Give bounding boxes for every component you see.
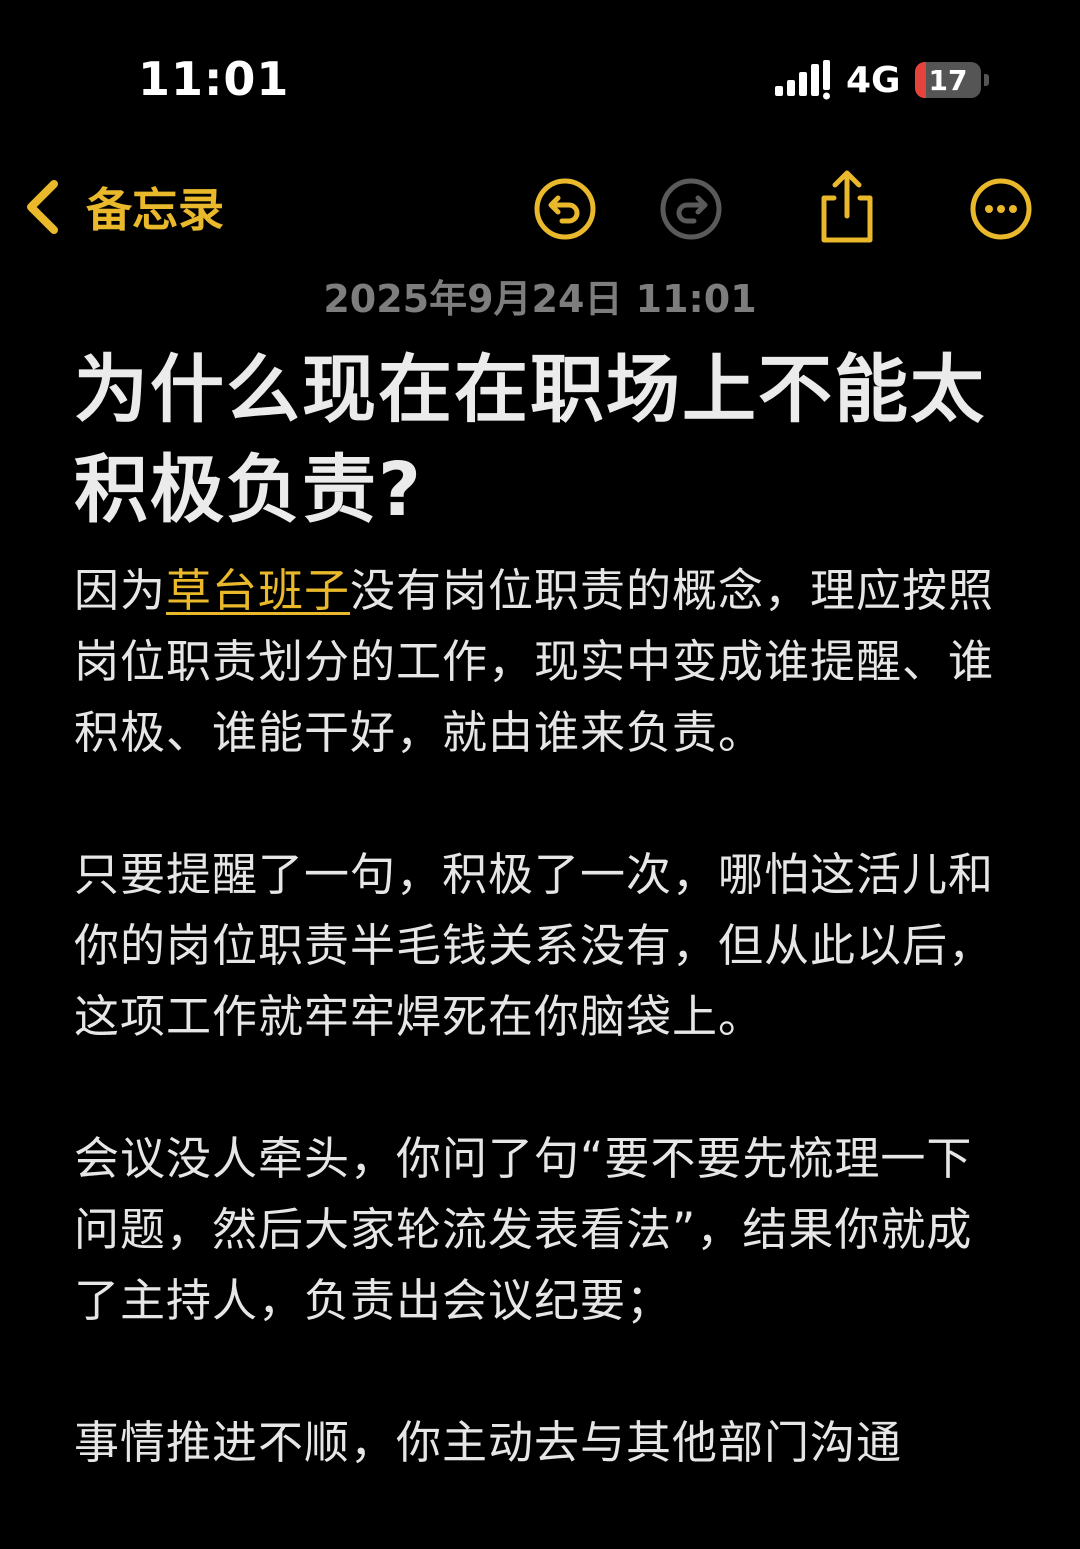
chevron-left-icon <box>27 180 58 234</box>
note-paragraph: 会议没人牵头，你问了句“要不要先梳理一下问题，然后大家轮流发表看法”，结果你就成… <box>74 1132 973 1327</box>
note-timestamp: 2025年9月24日 11:01 <box>323 277 757 321</box>
note-link[interactable]: 草台班子 <box>166 564 350 617</box>
undo-button[interactable] <box>532 176 598 242</box>
redo-button[interactable] <box>658 176 724 242</box>
status-time: 11:01 <box>138 52 290 106</box>
signal-icon <box>775 60 830 100</box>
nav-bar: 备忘录 <box>0 160 1080 260</box>
back-button-label: 备忘录 <box>86 183 224 237</box>
note-title[interactable]: 为什么现在在职场上不能太积极负责? <box>74 340 1014 540</box>
back-button[interactable]: 备忘录 <box>22 172 224 242</box>
paragraph-text: 因为 <box>74 564 167 617</box>
redo-icon <box>660 178 722 240</box>
note-paragraph: 因为草台班子没有岗位职责的概念，理应按照岗位职责划分的工作，现实中变成谁提醒、谁… <box>74 555 1014 768</box>
battery-icon: 17 <box>915 62 981 98</box>
share-button[interactable] <box>814 166 880 246</box>
note-paragraph: 事情推进不顺，你主动去与其他部门沟通 <box>74 1416 903 1469</box>
note-paragraph: 只要提醒了一句，积极了一次，哪怕这活儿和你的岗位职责半毛钱关系没有，但从此以后，… <box>74 848 995 1043</box>
note-body[interactable]: 因为草台班子没有岗位职责的概念，理应按照岗位职责划分的工作，现实中变成谁提醒、谁… <box>74 555 1014 1549</box>
more-button[interactable] <box>968 176 1034 242</box>
status-bar: 11:01 4G 17 <box>0 0 1080 150</box>
battery-terminal <box>984 74 989 86</box>
share-icon <box>821 170 873 243</box>
more-icon <box>970 178 1032 240</box>
undo-icon <box>534 178 596 240</box>
battery-percentage: 17 <box>928 64 968 97</box>
network-type: 4G <box>846 60 901 101</box>
